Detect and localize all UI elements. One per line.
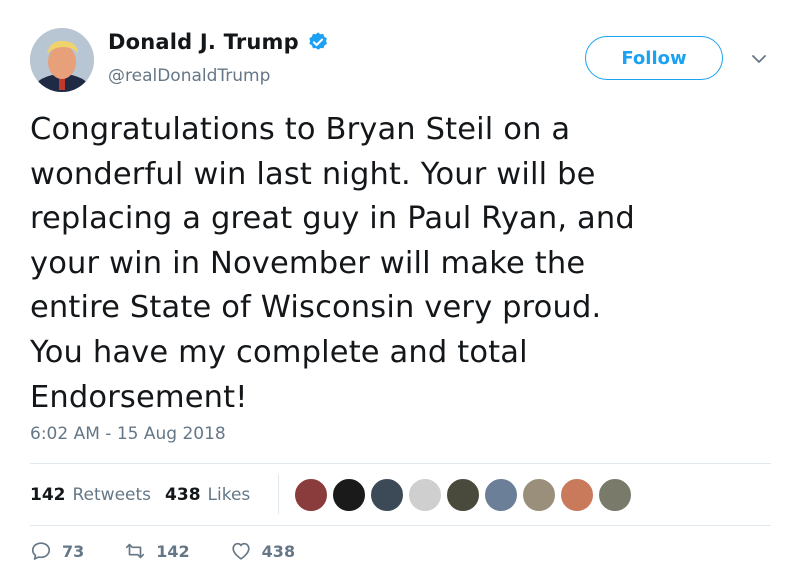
like-count: 438 — [261, 541, 296, 561]
reply-button[interactable]: 73 — [30, 540, 84, 562]
retweets-label[interactable]: Retweets — [73, 485, 152, 505]
avatar-portrait — [30, 28, 94, 92]
retweet-count: 142 — [156, 541, 190, 561]
tweet-text-line: replacing a great guy in Paul Ryan, and — [30, 201, 635, 237]
follow-button[interactable]: Follow — [585, 36, 723, 80]
heart-icon — [232, 542, 250, 560]
tweet-text-line: You have my complete and total — [30, 334, 528, 370]
retweet-button[interactable]: 142 — [124, 540, 190, 562]
liker-avatar[interactable] — [598, 478, 632, 512]
tweet-text-line: entire State of Wisconsin very proud. — [30, 290, 602, 326]
divider-bottom — [30, 525, 771, 526]
likes-count[interactable]: 438 — [165, 485, 201, 505]
tweet-timestamp[interactable]: 6:02 AM - 15 Aug 2018 — [30, 424, 226, 444]
tweet-text-line: Endorsement! — [30, 379, 248, 415]
tweet-text-line: Congratulations to Bryan Steil on a — [30, 112, 571, 147]
likes-label[interactable]: Likes — [208, 485, 251, 505]
tweet-actions: 73 142 438 — [30, 540, 335, 562]
liker-avatars — [294, 478, 636, 512]
liker-avatar[interactable] — [484, 478, 518, 512]
like-button[interactable]: 438 — [230, 540, 295, 562]
author-avatar[interactable] — [30, 28, 94, 92]
chevron-down-icon[interactable] — [750, 50, 768, 68]
reply-icon — [31, 542, 51, 560]
divider-top — [30, 463, 771, 464]
tweet-text-line: wonderful win last night. Your will be — [30, 156, 596, 192]
reply-count: 73 — [62, 541, 85, 561]
retweets-count[interactable]: 142 — [30, 485, 66, 505]
tweet-stats: 142 Retweets 438 Likes — [30, 480, 264, 510]
verified-badge-icon — [309, 32, 327, 50]
author-display-name[interactable]: Donald J. Trump — [108, 30, 299, 54]
liker-avatar[interactable] — [332, 478, 366, 512]
stats-divider — [278, 474, 279, 514]
liker-avatar[interactable] — [294, 478, 328, 512]
liker-avatar[interactable] — [560, 478, 594, 512]
author-handle[interactable]: @realDonaldTrump — [108, 66, 270, 86]
tweet-text-line: your win in November will make the — [30, 245, 586, 281]
liker-avatar[interactable] — [446, 478, 480, 512]
author-name-row: Donald J. Trump — [108, 30, 329, 54]
liker-avatar[interactable] — [408, 478, 442, 512]
retweet-icon — [126, 543, 145, 559]
liker-avatar[interactable] — [522, 478, 556, 512]
liker-avatar[interactable] — [370, 478, 404, 512]
tweet-text: Congratulations to Bryan Steil on a wond… — [30, 108, 770, 420]
